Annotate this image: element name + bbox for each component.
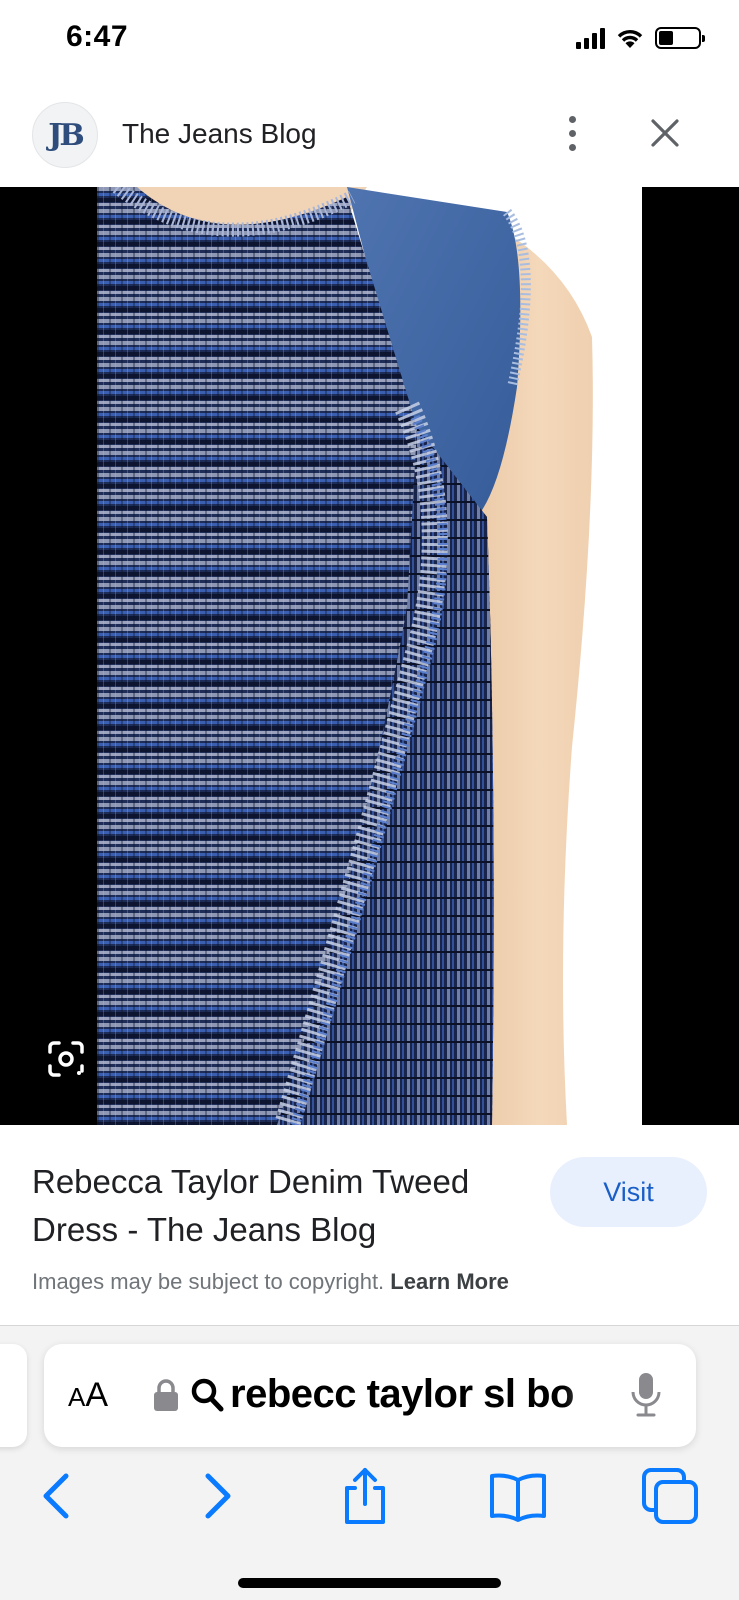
reader-options-button[interactable]: AA [68, 1376, 108, 1415]
copyright-notice: Images may be subject to copyright. Lear… [32, 1269, 509, 1295]
safari-toolbar [0, 1466, 739, 1536]
home-indicator [238, 1578, 501, 1588]
more-vert-icon [568, 115, 576, 123]
aa-small-letter: A [68, 1382, 86, 1412]
url-fade [564, 1344, 624, 1447]
result-title[interactable]: Rebecca Taylor Denim Tweed Dress - The J… [32, 1158, 532, 1254]
cellular-signal-icon [576, 27, 605, 49]
site-name[interactable]: The Jeans Blog [122, 118, 317, 150]
status-bar: 6:47 [0, 0, 739, 80]
url-text[interactable]: rebecc taylor sl bo [230, 1372, 610, 1417]
dress-photo [97, 187, 593, 1125]
site-logo-text: JB [48, 117, 85, 153]
close-icon [651, 119, 679, 147]
back-button[interactable] [28, 1466, 88, 1526]
wifi-icon [617, 29, 643, 48]
close-button[interactable] [644, 112, 686, 154]
learn-more-link[interactable]: Learn More [390, 1269, 509, 1294]
back-icon [43, 1473, 69, 1519]
share-button[interactable] [335, 1466, 395, 1526]
forward-button[interactable] [186, 1466, 246, 1526]
share-icon [345, 1468, 385, 1524]
status-time: 6:47 [66, 20, 129, 53]
tabs-icon [642, 1468, 698, 1524]
visit-button[interactable]: Visit [550, 1157, 707, 1227]
result-image[interactable] [97, 187, 642, 1125]
copyright-text: Images may be subject to copyright. [32, 1269, 385, 1294]
result-caption: Rebecca Taylor Denim Tweed Dress - The J… [0, 1125, 739, 1325]
address-bar[interactable]: AA rebecc taylor sl bo [44, 1344, 696, 1447]
status-icons [576, 26, 705, 50]
result-header: JB The Jeans Blog [0, 94, 739, 182]
bookmarks-icon [490, 1473, 546, 1522]
lens-search-button[interactable] [46, 1039, 86, 1079]
previous-tab-card[interactable] [0, 1344, 27, 1447]
forward-icon [205, 1473, 231, 1519]
battery-icon [655, 27, 705, 49]
lock-icon [154, 1379, 178, 1411]
bookmarks-button[interactable] [488, 1466, 548, 1526]
more-options-button[interactable] [552, 108, 592, 158]
safari-bottom-bar: AA rebecc taylor sl bo [0, 1325, 739, 1600]
search-icon [191, 1378, 224, 1412]
aa-large-letter: A [85, 1376, 109, 1414]
lens-search-icon [48, 1041, 84, 1077]
site-logo[interactable]: JB [32, 102, 98, 168]
tabs-button[interactable] [640, 1466, 700, 1526]
image-viewer[interactable] [0, 187, 739, 1125]
microphone-icon[interactable] [629, 1370, 663, 1420]
